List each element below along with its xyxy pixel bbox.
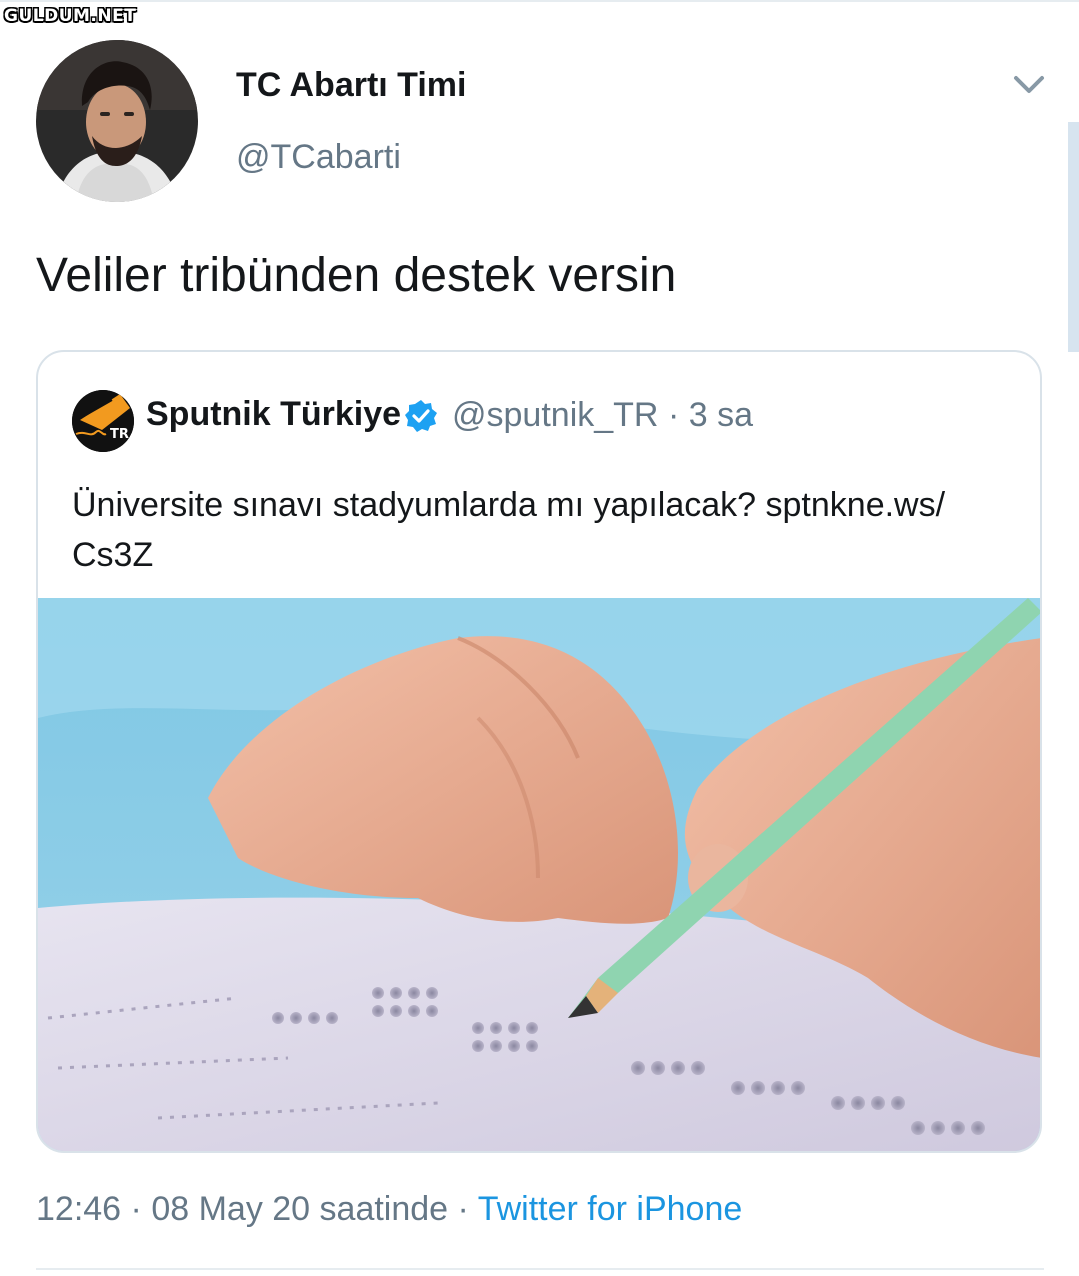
tweet-metadata: 12:46 · 08 May 20 saatinde · Twitter for…: [36, 1190, 742, 1229]
quoted-handle-and-age: @sputnik_TR · 3 sa: [452, 396, 753, 435]
chevron-down-icon[interactable]: [1010, 66, 1048, 104]
verified-badge-icon: [404, 399, 438, 433]
quoted-tweet-card[interactable]: TR Sputnik Türkiye @sputnik_TR · 3 sa Ün…: [36, 350, 1042, 1153]
quoted-tweet-text: Üniversite sınavı stadyumlarda mı yapıla…: [72, 486, 946, 574]
tweet-date[interactable]: 08 May 20 saatinde: [151, 1190, 448, 1228]
quoted-handle[interactable]: @sputnik_TR: [452, 396, 658, 434]
scrollbar[interactable]: [1068, 122, 1079, 352]
meta-separator-2: ·: [457, 1190, 469, 1228]
quoted-display-name[interactable]: Sputnik Türkiye: [146, 395, 401, 434]
top-divider: [0, 0, 1079, 2]
author-display-name[interactable]: TC Abartı Timi: [236, 66, 466, 105]
watermark: GULDUM.NET: [4, 6, 137, 26]
quoted-avatar-label: TR: [110, 427, 129, 442]
tweet-client-link[interactable]: Twitter for iPhone: [478, 1190, 743, 1228]
tweet-time[interactable]: 12:46: [36, 1190, 121, 1228]
quoted-tweet-image[interactable]: [38, 598, 1040, 1151]
author-avatar[interactable]: [36, 40, 198, 202]
quoted-separator: ·: [667, 396, 680, 434]
bottom-divider: [36, 1268, 1044, 1270]
quoted-author-avatar[interactable]: TR: [72, 390, 134, 452]
meta-separator-1: ·: [130, 1190, 142, 1228]
author-handle[interactable]: @TCabarti: [236, 138, 401, 177]
quoted-age[interactable]: 3 sa: [689, 396, 753, 434]
tweet-text: Veliler tribünden destek versin: [36, 249, 677, 302]
